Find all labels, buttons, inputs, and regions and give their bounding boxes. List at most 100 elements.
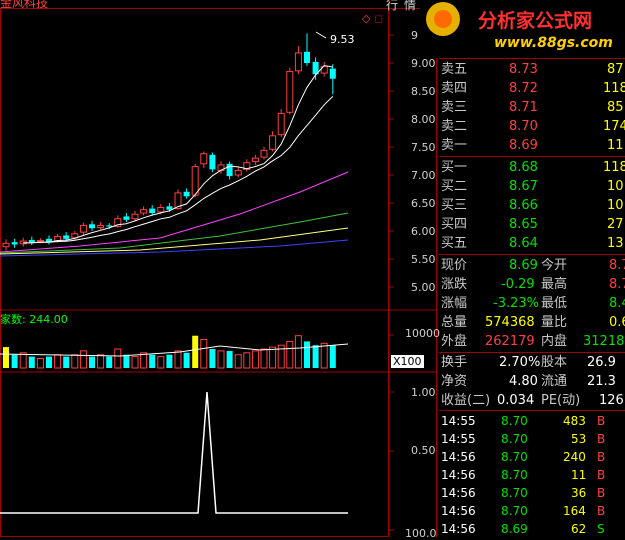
fundamentals-row: 换手 2.70% 股本 26.9 [439, 353, 625, 372]
ask-row[interactable]: 卖二 8.70 174 [439, 117, 625, 136]
trade-price: 8.70 [501, 414, 528, 428]
ask-price: 8.69 [509, 138, 538, 153]
bid-row[interactable]: 买一 8.68 118 [439, 158, 625, 177]
candle-body [157, 206, 165, 213]
candle-body [28, 239, 35, 243]
ask-volume: 85 [607, 100, 624, 115]
trade-row[interactable]: 14:56 8.70 11 B [439, 466, 625, 484]
change-label: 涨跌 [441, 277, 468, 292]
divider [439, 410, 625, 411]
ask-price: 8.71 [509, 100, 538, 115]
indicator-axis-label: 1.00 [411, 386, 436, 399]
trade-time: 14:55 [441, 432, 476, 446]
float-value: 21.3 [587, 374, 616, 389]
ask-label: 卖二 [441, 119, 468, 134]
candle-body [329, 68, 336, 79]
trade-row[interactable]: 14:56 8.70 164 B [439, 502, 625, 520]
candle-body [277, 112, 285, 136]
candle-body [89, 224, 95, 229]
quote-row: 涨幅 -3.23% 最低 8.4 [439, 294, 625, 313]
indicator-axis-label: 100.0 [405, 527, 437, 540]
restore-icon[interactable]: ◻ [374, 12, 383, 25]
trade-row[interactable]: 14:55 8.70 483 B [439, 412, 625, 430]
volume-bar [243, 352, 251, 369]
ask-price: 8.70 [509, 119, 538, 134]
volume-axis-label: 10000 [405, 327, 440, 340]
trade-price: 8.70 [501, 432, 528, 446]
peak-price-label: 9.53 [330, 33, 355, 46]
trade-vol: 36 [571, 486, 587, 500]
volume-bar [97, 354, 105, 369]
inner-value: 31218 [583, 334, 625, 349]
volume-bar [192, 335, 199, 368]
ask-row[interactable]: 卖三 8.71 85 [439, 98, 625, 117]
diamond-icon[interactable]: ◇ [362, 12, 370, 25]
ask-row[interactable]: 卖一 8.69 11 [439, 136, 625, 155]
volume-bar [166, 354, 173, 368]
trade-side: B [597, 450, 606, 464]
tab-info[interactable]: 情 [404, 0, 416, 13]
ask-volume: 174 [603, 119, 625, 134]
trade-vol: 240 [563, 450, 586, 464]
trade-vol: 11 [571, 468, 587, 482]
trade-vol: 483 [563, 414, 586, 428]
volume-bar [3, 347, 9, 368]
shares-value: 26.9 [587, 355, 616, 370]
low-label: 最低 [541, 296, 568, 311]
bid-label: 买四 [441, 217, 468, 232]
bid-row[interactable]: 买五 8.64 13 [439, 234, 625, 253]
open-value: 8.7 [609, 258, 625, 273]
kline-chart-area[interactable]: 金风科技 ◇ ◻ 行 情 9.53 9 9.00 8.50 8.00 7.50 … [0, 0, 440, 540]
bid-volume: 27 [607, 217, 624, 232]
volume-bar [106, 356, 113, 368]
volume-bar [19, 352, 27, 369]
volume-bar [131, 356, 139, 369]
low-value: 8.4 [609, 296, 625, 311]
bid-row[interactable]: 买四 8.65 27 [439, 215, 625, 234]
eps-label: 收益(二) [441, 393, 491, 408]
price-label: 现价 [441, 258, 468, 273]
trade-row[interactable]: 14:56 8.70 240 B [439, 448, 625, 466]
ask-row[interactable]: 卖五 8.73 87 [439, 60, 625, 79]
candle-body [63, 235, 70, 239]
quote-panel: 卖五 8.73 87 卖四 8.72 118 卖三 8.71 85 卖二 8.7… [439, 0, 625, 537]
ask-row[interactable]: 卖四 8.72 118 [439, 79, 625, 98]
fundamentals-row: 收益(二) 0.034 PE(动) 126 [439, 391, 625, 410]
quote-row: 现价 8.69 今开 8.7 [439, 256, 625, 275]
candle-body [209, 154, 216, 170]
volume-bar [63, 356, 70, 368]
trade-vol: 62 [571, 522, 587, 536]
candle-body [269, 135, 277, 150]
volume-bar [28, 356, 35, 368]
volume-bar [312, 345, 319, 368]
stock-title: 金风科技 [0, 0, 49, 10]
candle-body [97, 224, 105, 229]
price-axis-label: 7.00 [411, 169, 436, 182]
volume-bar [260, 348, 268, 369]
fundamentals-row: 净资 4.80 流通 21.3 [439, 372, 625, 391]
nav-label: 净资 [441, 374, 468, 389]
volume-indicator-label: 家数: 244.00 [0, 313, 68, 326]
bid-row[interactable]: 买三 8.66 10 [439, 196, 625, 215]
volume-bar [217, 350, 225, 369]
trade-row[interactable]: 14:56 8.70 36 B [439, 484, 625, 502]
divider [439, 156, 625, 157]
trade-row[interactable]: 14:55 8.70 53 B [439, 430, 625, 448]
trade-side: B [597, 468, 606, 482]
quote-row: 涨跌 -0.29 最高 8.7 [439, 275, 625, 294]
trade-row[interactable]: 14:56 8.69 62 S [439, 520, 625, 538]
volume-bar [89, 356, 95, 368]
volume-bar [286, 340, 294, 369]
candle-body [234, 170, 242, 176]
bid-row[interactable]: 买二 8.67 10 [439, 177, 625, 196]
volume-bar [54, 354, 62, 369]
volume-bar [329, 345, 336, 368]
volume-bar [294, 335, 302, 369]
bid-label: 买五 [441, 236, 468, 251]
trade-time: 14:56 [441, 486, 476, 500]
bid-price: 8.64 [509, 236, 538, 251]
kline-chart-svg[interactable] [0, 0, 437, 537]
trade-side: B [597, 432, 606, 446]
tab-quote[interactable]: 行 [386, 0, 398, 13]
volume-bar [269, 346, 277, 369]
